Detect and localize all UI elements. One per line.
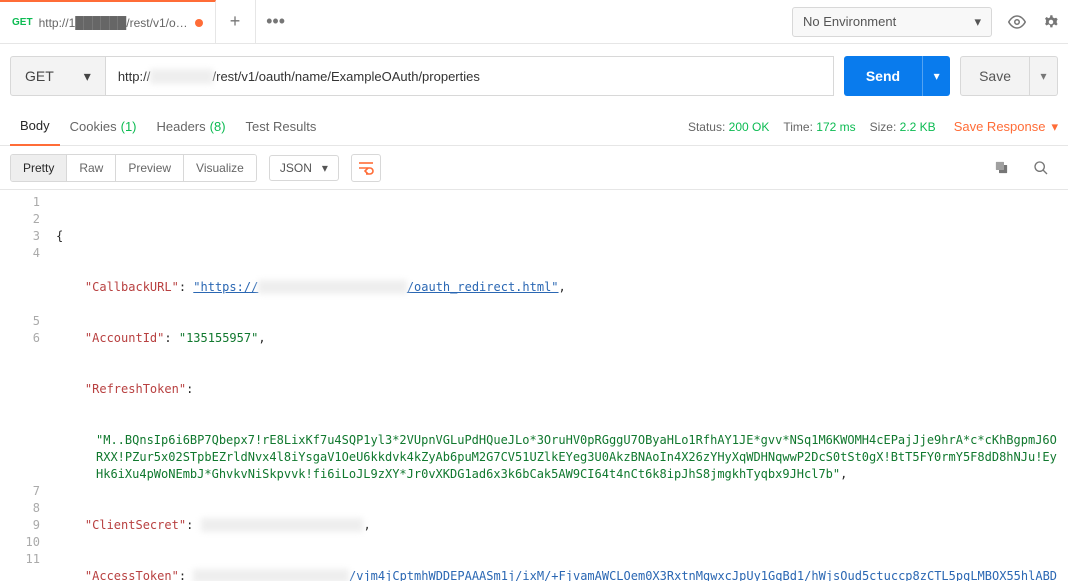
environment-label: No Environment [803, 14, 896, 29]
response-body[interactable]: 1234 56 7891011 { "CallbackURL": "https:… [0, 190, 1068, 581]
send-dropdown[interactable]: ▾ [922, 56, 950, 96]
view-mode-segment: Pretty Raw Preview Visualize [10, 154, 257, 182]
copy-icon [994, 160, 1009, 175]
wrap-lines-button[interactable] [351, 154, 381, 182]
eye-icon [1008, 13, 1026, 31]
chevron-down-icon: ▾ [974, 14, 981, 30]
tab-body[interactable]: Body [10, 108, 60, 146]
json-content: { "CallbackURL": "https://██████████████… [50, 190, 1068, 581]
settings-button[interactable] [1034, 7, 1068, 37]
tab-title: http://1██████/rest/v1/oauth... [39, 16, 189, 30]
tab-headers[interactable]: Headers(8) [147, 108, 236, 146]
search-response-button[interactable] [1024, 153, 1058, 183]
env-preview-button[interactable] [1000, 7, 1034, 37]
unsaved-dot-icon [195, 19, 203, 27]
format-select[interactable]: JSON ▾ [269, 155, 339, 181]
size-value: 2.2 KB [900, 120, 936, 134]
chevron-down-icon: ▾ [1051, 119, 1058, 135]
environment-select[interactable]: No Environment ▾ [792, 7, 992, 37]
method-label: GET [25, 68, 54, 84]
chevron-down-icon: ▾ [322, 161, 328, 175]
search-icon [1033, 160, 1049, 176]
chevron-down-icon: ▾ [84, 68, 91, 85]
save-button[interactable]: Save [960, 56, 1030, 96]
time-value: 172 ms [816, 120, 855, 134]
line-gutter: 1234 56 7891011 [0, 190, 50, 581]
tab-method: GET [12, 17, 33, 28]
response-meta: Status: 200 OK Time: 172 ms Size: 2.2 KB [688, 120, 936, 134]
view-visualize[interactable]: Visualize [184, 155, 256, 181]
view-pretty[interactable]: Pretty [11, 155, 67, 181]
gear-icon [1042, 13, 1060, 31]
new-tab-button[interactable]: + [216, 0, 256, 44]
status-value: 200 OK [729, 120, 770, 134]
tab-cookies[interactable]: Cookies(1) [60, 108, 147, 146]
wrap-icon [358, 161, 374, 175]
tab-test-results[interactable]: Test Results [236, 108, 327, 146]
save-dropdown[interactable]: ▾ [1030, 56, 1058, 96]
send-button[interactable]: Send [844, 56, 922, 96]
view-preview[interactable]: Preview [116, 155, 184, 181]
save-response-button[interactable]: Save Response ▾ [954, 119, 1058, 135]
tab-overflow-button[interactable]: ••• [256, 0, 296, 44]
chevron-down-icon: ▾ [934, 69, 940, 83]
view-raw[interactable]: Raw [67, 155, 116, 181]
url-input[interactable]: http://i██████/rest/v1/oauth/name/Exampl… [106, 56, 834, 96]
copy-response-button[interactable] [984, 153, 1018, 183]
http-method-select[interactable]: GET ▾ [10, 56, 106, 96]
chevron-down-icon: ▾ [1040, 69, 1046, 83]
request-tab[interactable]: GET http://1██████/rest/v1/oauth... [0, 0, 216, 44]
